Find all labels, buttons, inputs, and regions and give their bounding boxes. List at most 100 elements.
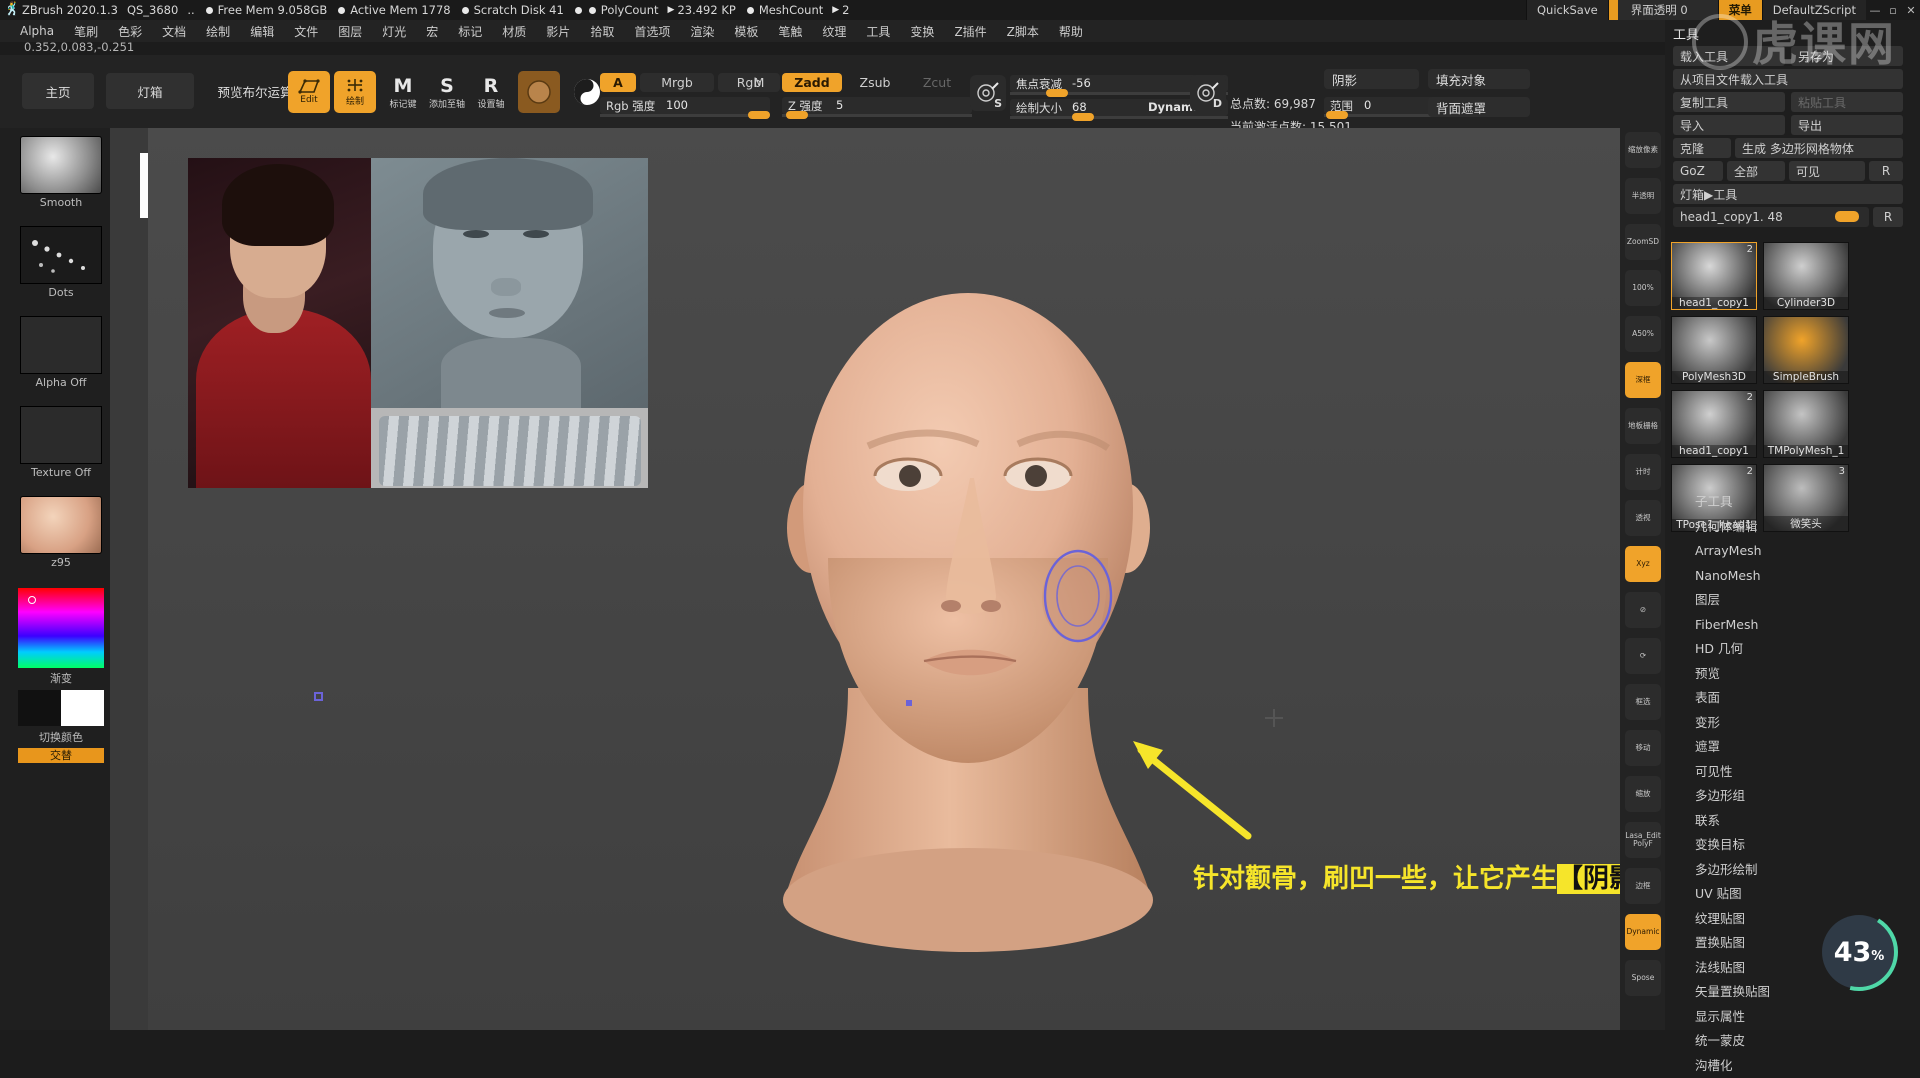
menu-item-13[interactable]: 拾取 bbox=[580, 21, 624, 42]
primary-color-swatch[interactable] bbox=[18, 690, 61, 726]
import-button[interactable]: 导入 bbox=[1673, 115, 1785, 135]
color-swatches[interactable] bbox=[18, 690, 104, 726]
make-polymesh-button[interactable]: 生成 多边形网格物体 bbox=[1735, 138, 1903, 158]
tool-r-button[interactable]: R bbox=[1873, 207, 1903, 227]
tool-section-11[interactable]: 可见性 bbox=[1695, 760, 1915, 785]
rail-button-1[interactable]: 半透明 bbox=[1625, 178, 1661, 214]
tool-section-5[interactable]: FiberMesh bbox=[1695, 613, 1915, 638]
tool-section-4[interactable]: 图层 bbox=[1695, 588, 1915, 613]
menu-item-6[interactable]: 文件 bbox=[284, 21, 328, 42]
backface-mask-button[interactable]: 背面遮罩 bbox=[1428, 97, 1530, 117]
menu-item-14[interactable]: 首选项 bbox=[624, 21, 680, 42]
subtool-item[interactable]: TMPolyMesh_1 bbox=[1763, 390, 1849, 458]
scale-mode-button[interactable]: S 添加至轴 bbox=[426, 71, 468, 113]
brush-cursor-handle[interactable] bbox=[315, 693, 322, 700]
tool-section-14[interactable]: 变换目标 bbox=[1695, 833, 1915, 858]
paste-tool-button[interactable]: 粘贴工具 bbox=[1791, 92, 1903, 112]
tool-name-slider-knob[interactable] bbox=[1835, 211, 1859, 222]
menu-item-15[interactable]: 渲染 bbox=[680, 21, 724, 42]
texture-thumbnail[interactable] bbox=[20, 406, 102, 464]
stroke-thumbnail[interactable] bbox=[20, 226, 102, 284]
material-selector[interactable]: z95 bbox=[20, 496, 102, 569]
default-zscript-button[interactable]: DefaultZScript bbox=[1762, 0, 1866, 20]
alternate-color-button[interactable]: 交替 bbox=[18, 748, 104, 763]
menu-item-16[interactable]: 模板 bbox=[724, 21, 768, 42]
rail-button-6[interactable]: 地板栅格 bbox=[1625, 408, 1661, 444]
menu-item-2[interactable]: 色彩 bbox=[108, 21, 152, 42]
subtool-item[interactable]: PolyMesh3D bbox=[1671, 316, 1757, 384]
rail-button-16[interactable]: 边框 bbox=[1625, 868, 1661, 904]
subtool-item[interactable]: 2head1_copy1 bbox=[1671, 390, 1757, 458]
interface-transparency-slider[interactable]: 界面透明 0 bbox=[1608, 0, 1718, 20]
alpha-thumbnail[interactable] bbox=[20, 316, 102, 374]
alpha-selector[interactable]: Alpha Off bbox=[20, 316, 102, 389]
slider-knob[interactable] bbox=[748, 111, 770, 119]
fill-object-button[interactable]: 填充对象 bbox=[1428, 69, 1530, 89]
menu-item-8[interactable]: 灯光 bbox=[372, 21, 416, 42]
rail-button-5[interactable]: 深框 bbox=[1625, 362, 1661, 398]
rail-button-9[interactable]: Xyz bbox=[1625, 546, 1661, 582]
menu-item-3[interactable]: 文档 bbox=[152, 21, 196, 42]
color-wheel[interactable] bbox=[18, 588, 104, 668]
home-button[interactable]: 主页 bbox=[22, 73, 94, 109]
menu-item-4[interactable]: 绘制 bbox=[196, 21, 240, 42]
tool-section-3[interactable]: NanoMesh bbox=[1695, 564, 1915, 589]
zadd-toggle[interactable]: Zadd bbox=[782, 73, 842, 92]
goz-r-button[interactable]: R bbox=[1869, 161, 1903, 181]
rail-button-10[interactable]: ⊘ bbox=[1625, 592, 1661, 628]
tool-section-23[interactable]: 沟槽化 bbox=[1695, 1054, 1915, 1078]
goz-all-button[interactable]: 全部 bbox=[1727, 161, 1785, 181]
subtool-item[interactable]: SimpleBrush bbox=[1763, 316, 1849, 384]
tool-section-0[interactable]: 子工具 bbox=[1695, 490, 1915, 515]
brush-thumbnail[interactable] bbox=[20, 136, 102, 194]
tool-section-6[interactable]: HD 几何 bbox=[1695, 637, 1915, 662]
material-sphere-button[interactable] bbox=[518, 71, 560, 113]
rail-button-12[interactable]: 框选 bbox=[1625, 684, 1661, 720]
material-thumbnail[interactable] bbox=[20, 496, 102, 554]
mrgb-toggle[interactable]: Mrgb bbox=[640, 73, 714, 92]
rail-button-11[interactable]: ⟳ bbox=[1625, 638, 1661, 674]
rail-button-17[interactable]: Dynamic bbox=[1625, 914, 1661, 950]
tool-section-15[interactable]: 多边形绘制 bbox=[1695, 858, 1915, 883]
slider-knob[interactable] bbox=[1046, 89, 1068, 97]
menu-item-19[interactable]: 工具 bbox=[856, 21, 900, 42]
focal-shift-dial[interactable]: S bbox=[970, 75, 1006, 111]
menu-item-22[interactable]: Z脚本 bbox=[997, 21, 1049, 42]
menu-item-10[interactable]: 标记 bbox=[448, 21, 492, 42]
menu-item-21[interactable]: Z插件 bbox=[944, 21, 996, 42]
quicksave-button[interactable]: QuickSave bbox=[1526, 0, 1608, 20]
stroke-selector[interactable]: Dots bbox=[20, 226, 102, 299]
rail-button-18[interactable]: Spose bbox=[1625, 960, 1661, 996]
rotate-mode-button[interactable]: R 设置轴 bbox=[470, 71, 512, 113]
alpha-toggle[interactable]: A bbox=[600, 73, 636, 92]
import-project-tool-button[interactable]: 从项目文件载入工具 bbox=[1673, 69, 1903, 89]
tool-section-10[interactable]: 遮罩 bbox=[1695, 735, 1915, 760]
save-as-button[interactable]: 另存为 bbox=[1791, 46, 1903, 66]
tool-section-21[interactable]: 显示属性 bbox=[1695, 1005, 1915, 1030]
lightbox-button[interactable]: 灯箱 bbox=[106, 73, 194, 109]
menu-item-18[interactable]: 纹理 bbox=[812, 21, 856, 42]
clone-button[interactable]: 克隆 bbox=[1673, 138, 1731, 158]
viewport-3d[interactable]: 针对颧骨，刷凹一些，让它产生【阴影】 bbox=[148, 128, 1620, 1030]
export-button[interactable]: 导出 bbox=[1791, 115, 1903, 135]
tool-section-12[interactable]: 多边形组 bbox=[1695, 784, 1915, 809]
rail-button-3[interactable]: 100% bbox=[1625, 270, 1661, 306]
texture-selector[interactable]: Texture Off bbox=[20, 406, 102, 479]
tool-section-8[interactable]: 表面 bbox=[1695, 686, 1915, 711]
move-mode-button[interactable]: M 标记键 bbox=[382, 71, 424, 113]
rgb-intensity-slider[interactable]: Rgb 强度 100 bbox=[600, 97, 770, 114]
tool-section-1[interactable]: 几何体编辑 bbox=[1695, 515, 1915, 540]
edit-mode-button[interactable]: Edit bbox=[288, 71, 330, 113]
menu-item-5[interactable]: 编辑 bbox=[240, 21, 284, 42]
menu-item-12[interactable]: 影片 bbox=[536, 21, 580, 42]
brush-selector[interactable]: Smooth bbox=[20, 136, 102, 209]
rail-button-4[interactable]: A50% bbox=[1625, 316, 1661, 352]
draw-mode-button[interactable]: 绘制 bbox=[334, 71, 376, 113]
rail-button-15[interactable]: Lasa_Edit PolyF bbox=[1625, 822, 1661, 858]
shadow-range-slider[interactable]: 范围 0 bbox=[1324, 97, 1434, 114]
maximize-icon[interactable]: ▫ bbox=[1884, 4, 1902, 17]
zsub-toggle[interactable]: Zsub bbox=[846, 73, 904, 92]
m-toggle-visible[interactable]: M bbox=[740, 73, 778, 92]
lightbox-to-tool-button[interactable]: 灯箱▶工具 bbox=[1673, 184, 1903, 204]
rail-button-8[interactable]: 透视 bbox=[1625, 500, 1661, 536]
